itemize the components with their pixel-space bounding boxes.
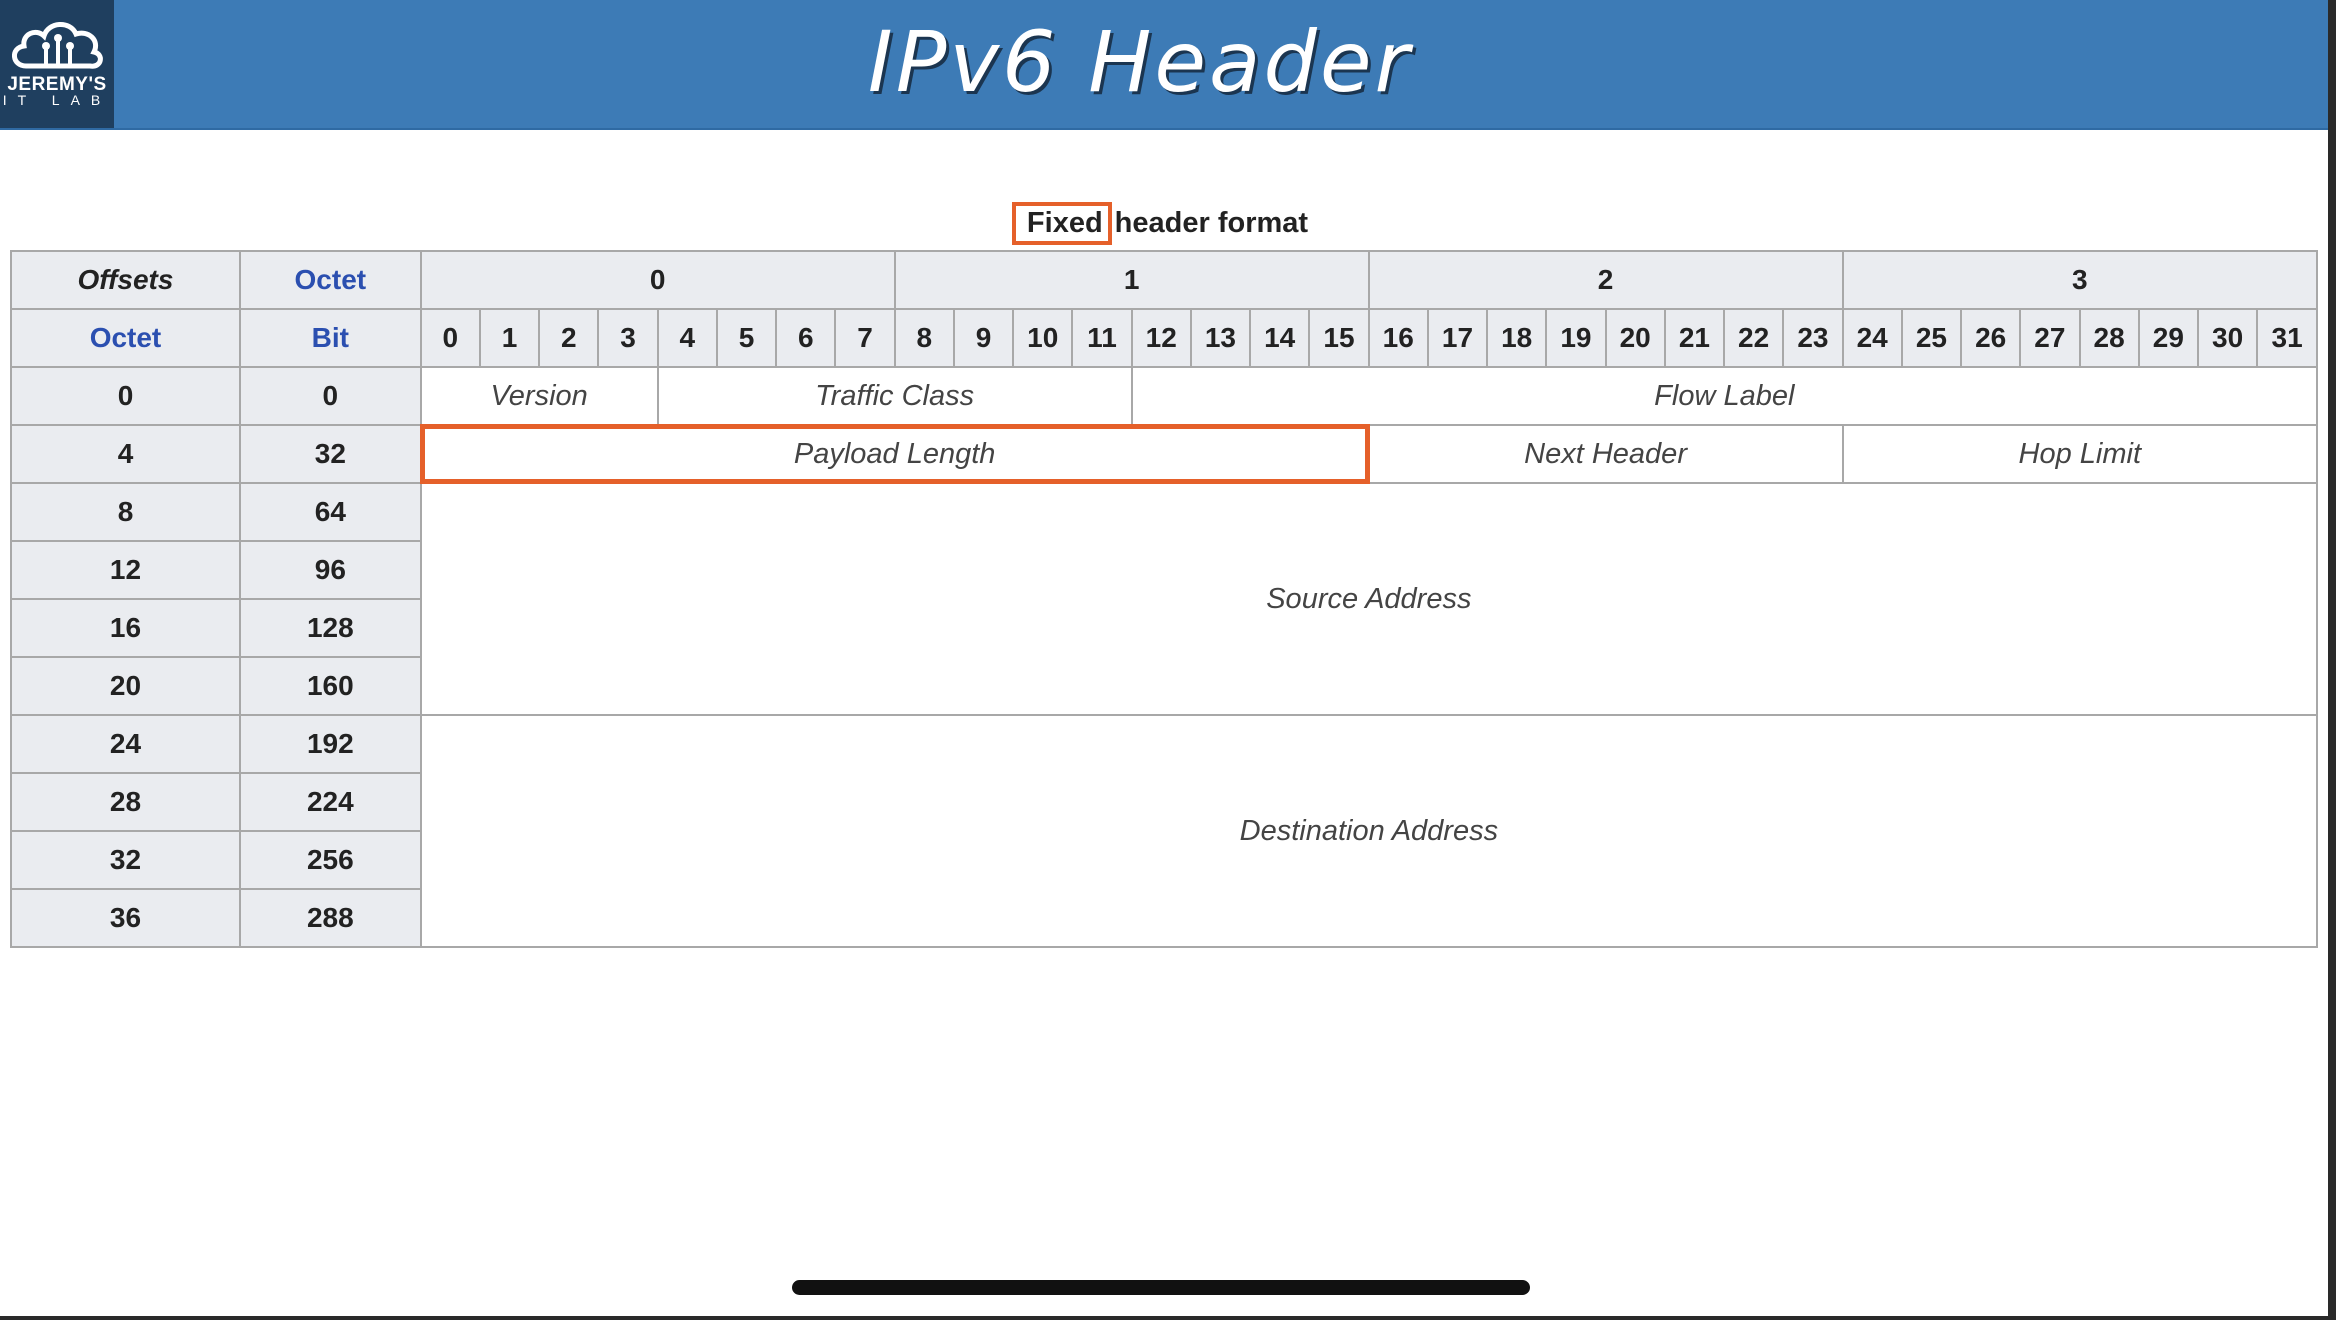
row-octet-offset: 32 [10,830,241,890]
bit-number-cell: 5 [715,308,778,368]
field-next-header: Next Header [1367,424,1844,484]
table-row: 0 0 Version Traffic Class Flow Label [10,366,2319,426]
octet-header-row: Offsets Octet 0 1 2 3 [10,250,2319,310]
table-row: 8 64 Source Address [10,482,2319,716]
bit-number-cell: 21 [1663,308,1726,368]
row-octet-offset: 4 [10,424,241,484]
bit-number-cell: 6 [775,308,837,368]
bit-number-cell: 23 [1782,308,1844,368]
table-row: 4 32 Payload Length Next Header Hop Limi… [10,424,2319,484]
table-row: 24 192 Destination Address [10,714,2319,948]
bit-number-cell: 18 [1486,308,1548,368]
bit-label-cell: Bit [238,308,422,368]
caption-rest: header format [1114,207,1309,239]
bit-number-cell: 30 [2196,308,2259,368]
bit-number-cell: 29 [2137,308,2199,368]
bit-number-cell: 12 [1130,308,1192,368]
bit-number-cell: 19 [1545,308,1607,368]
field-source-address: Source Address [419,482,2319,716]
bit-number-cell: 24 [1841,308,1903,368]
bit-number-cell: 22 [1723,308,1785,368]
window-edge [2328,0,2336,1320]
home-indicator-bar[interactable] [792,1280,1530,1295]
row-bit-offset: 96 [238,540,422,600]
field-traffic-class: Traffic Class [656,366,1133,426]
octet-header-3: 3 [1841,250,2319,310]
bit-number-cell: 10 [1012,308,1074,368]
table-caption: Fixed header format [0,202,2320,245]
row-bit-offset: 32 [238,424,422,484]
bit-number-cell: 28 [2078,308,2140,368]
row-bit-offset: 288 [238,888,422,948]
octet-label-cell: Octet [10,308,241,368]
bit-number-cell: 31 [2256,308,2318,368]
bit-number-cell: 20 [1604,308,1666,368]
row-octet-offset: 0 [10,366,241,426]
bit-number-cell: 17 [1426,308,1489,368]
field-version: Version [419,366,659,426]
bit-number-cell: 13 [1189,308,1252,368]
row-bit-offset: 224 [238,772,422,832]
octet-header-0: 0 [419,250,896,310]
bit-number-cell: 27 [2019,308,2081,368]
window-edge [0,1316,2336,1320]
field-payload-length: Payload Length [419,424,1370,484]
bit-header-row: Octet Bit 0 1 2 3 4 5 6 7 8 9 10 11 12 13 14 15 16 17 18 19… [10,308,2318,368]
ipv6-header-table: Offsets Octet 0 1 2 3 Octet Bit 01234567… [10,250,2319,948]
bit-number-cell: 7 [834,308,896,368]
row-octet-offset: 36 [10,888,241,948]
bit-number-cell: 15 [1308,308,1370,368]
row-bit-offset: 128 [238,598,422,658]
field-flow-label: Flow Label [1130,366,2319,426]
bit-number-cell: 14 [1249,308,1311,368]
row-bit-offset: 160 [238,656,422,716]
octet-header-1: 1 [893,250,1370,310]
bit-number-cell: 4 [656,308,718,368]
bit-number-cell: 11 [1071,308,1133,368]
row-bit-offset: 256 [238,830,422,890]
field-hop-limit: Hop Limit [1841,424,2319,484]
bit-number-cell: 16 [1367,308,1429,368]
bit-number-cell: 8 [893,308,955,368]
bit-number-cell: 0 [419,308,481,368]
row-bit-offset: 64 [238,482,422,542]
bit-number-cell: 25 [1900,308,1963,368]
fixed-highlight: Fixed [1011,202,1112,245]
slide-title: IPv6 Header [867,13,1413,111]
bit-number-cell: 26 [1960,308,2022,368]
bit-number-cell: 3 [597,308,659,368]
title-banner: JEREMY'S IT LAB IPv6 Header [0,0,2336,130]
row-bit-offset: 0 [238,366,422,426]
row-octet-offset: 20 [10,656,241,716]
field-destination-address: Destination Address [419,714,2319,948]
row-octet-offset: 8 [10,482,241,542]
bit-number-cell: 9 [952,308,1015,368]
row-octet-offset: 24 [10,714,241,774]
corner-offsets-cell: Offsets [10,250,241,310]
corner-octet-cell: Octet [238,250,422,310]
row-bit-offset: 192 [238,714,422,774]
octet-header-2: 2 [1367,250,1844,310]
row-octet-offset: 28 [10,772,241,832]
row-octet-offset: 16 [10,598,241,658]
bit-number-cell: 2 [538,308,600,368]
row-octet-offset: 12 [10,540,241,600]
bit-number-cell: 1 [478,308,541,368]
